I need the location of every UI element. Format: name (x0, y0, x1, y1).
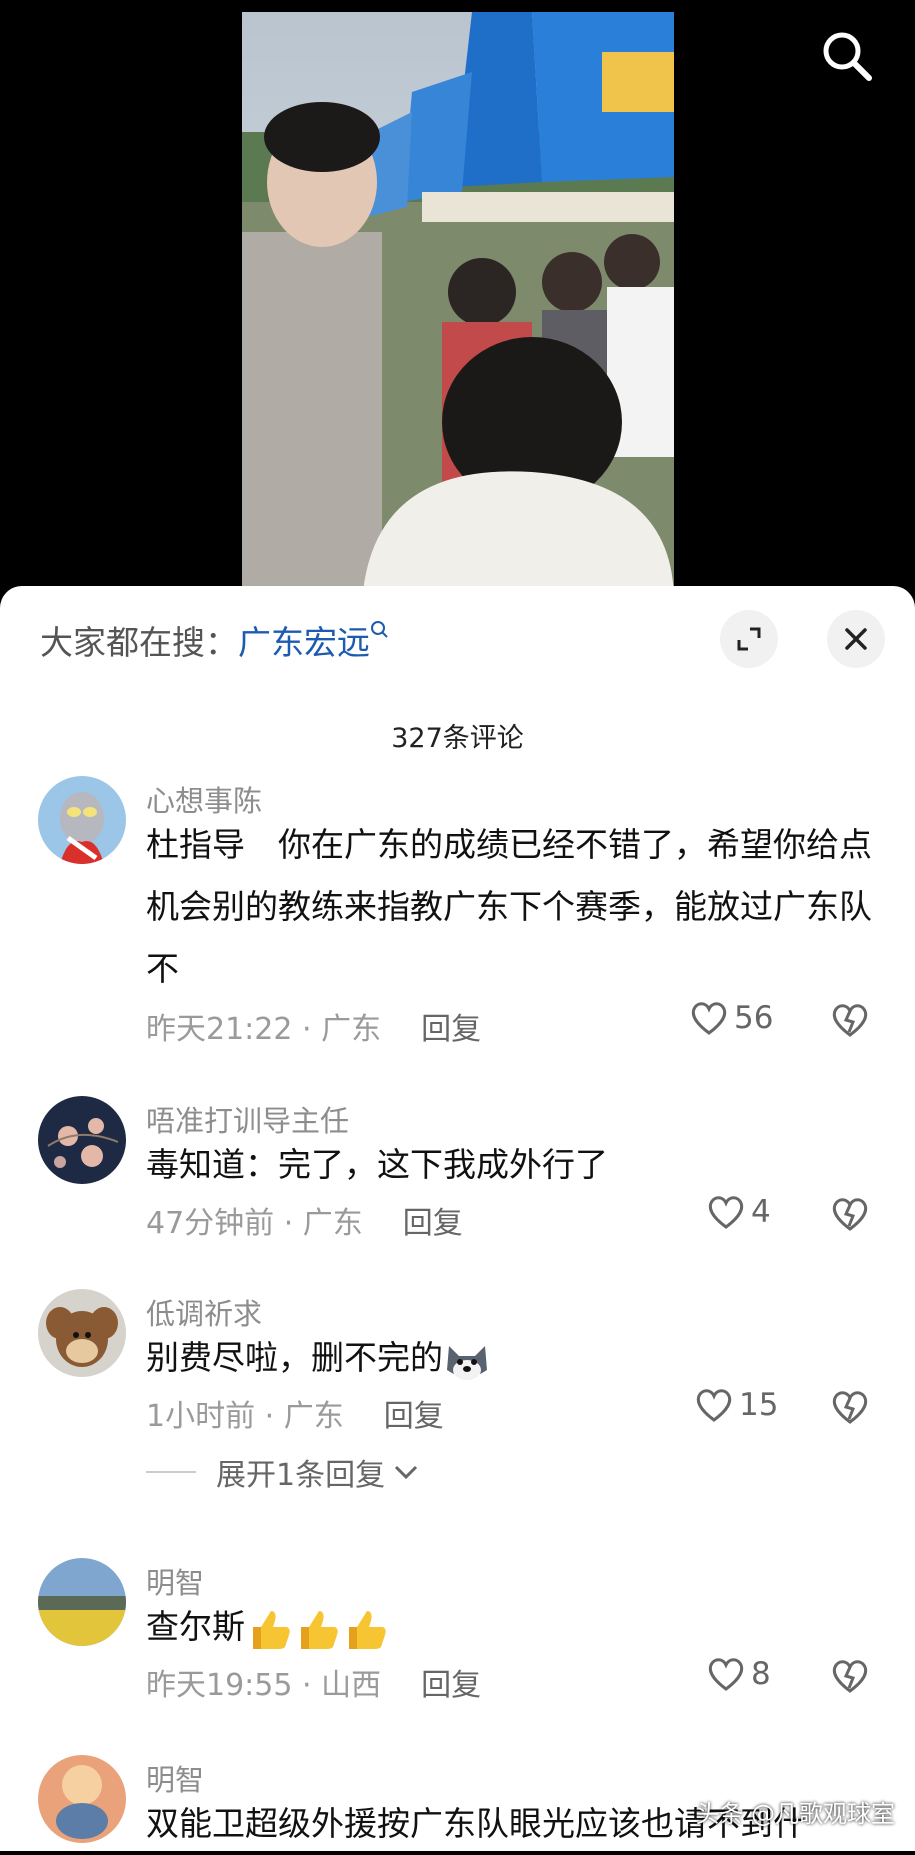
comment-meta: 昨天19:55 · 山西 回复 (146, 1660, 481, 1704)
dislike-button[interactable] (831, 1389, 869, 1429)
like-count: 15 (739, 1387, 779, 1423)
hot-search-prefix: 大家都在搜： (40, 623, 238, 662)
avatar[interactable] (38, 1755, 126, 1843)
dislike-button[interactable] (831, 1196, 869, 1236)
comment-location: 山西 (321, 1668, 382, 1703)
broken-heart-icon (832, 1391, 868, 1424)
chevron-down-icon (395, 1465, 418, 1480)
broken-heart-icon (832, 1004, 868, 1037)
avatar[interactable] (38, 1289, 126, 1377)
video-frame[interactable] (242, 12, 674, 602)
thumbs-up-emoji (349, 1610, 386, 1649)
search-button[interactable] (819, 28, 875, 84)
search-icon (823, 32, 872, 81)
comment-text-content: 别费尽啦，删不完的 (146, 1338, 443, 1377)
expand-button[interactable] (720, 610, 778, 668)
avatar[interactable] (38, 776, 126, 864)
comment-count: 327条评论 (391, 723, 524, 754)
meta-separator: · (255, 1399, 284, 1434)
like-count: 4 (751, 1194, 771, 1230)
like-button[interactable]: 4 (707, 1194, 771, 1230)
meta-separator: · (292, 1012, 322, 1047)
like-button[interactable]: 8 (707, 1656, 771, 1692)
comment-meta: 47分钟前 · 广东 回复 (146, 1198, 463, 1242)
broken-heart-icon (832, 1660, 868, 1693)
comment-location: 广东 (302, 1206, 363, 1241)
hot-search-keyword[interactable]: 广东宏远 (238, 623, 370, 662)
heart-icon (708, 1196, 744, 1229)
thumbs-up-emoji (301, 1610, 338, 1649)
comment-time: 昨天21:22 (146, 1012, 293, 1047)
comment-text: 别费尽啦，删不完的 (146, 1327, 881, 1389)
expand-replies-label: 展开1条回复 (216, 1458, 386, 1493)
comment-text: 查尔斯 (146, 1596, 881, 1658)
comment-location: 广东 (321, 1012, 382, 1047)
meta-separator: · (274, 1206, 303, 1241)
broken-heart-icon (832, 1198, 868, 1231)
comment-location: 广东 (283, 1399, 344, 1434)
dislike-button[interactable] (831, 1002, 869, 1042)
comment-meta: 昨天21:22 · 广东 回复 (146, 1004, 481, 1048)
comment-text: 毒知道：完了，这下我成外行了 (146, 1145, 608, 1184)
search-icon (371, 621, 388, 638)
reply-button[interactable]: 回复 (403, 1206, 463, 1241)
heart-icon (708, 1658, 744, 1691)
expand-replies-button[interactable]: 展开1条回复 (146, 1450, 419, 1494)
close-icon (845, 628, 867, 650)
avatar[interactable] (38, 1558, 126, 1646)
hot-search-bar[interactable]: 大家都在搜：广东宏远 (40, 616, 390, 664)
comment-text-content: 查尔斯 (146, 1607, 245, 1646)
reply-button[interactable]: 回复 (421, 1668, 481, 1703)
husky-emoji (447, 1345, 487, 1380)
like-count: 56 (734, 1000, 774, 1036)
dislike-button[interactable] (831, 1658, 869, 1698)
reply-button[interactable]: 回复 (384, 1399, 444, 1434)
comment-text: 杜指导 你在广东的成绩已经不错了，希望你给点机会别的教练来指教广东下个赛季，能放… (146, 825, 872, 988)
heart-icon (696, 1389, 732, 1422)
comment-meta: 1小时前 · 广东 回复 (146, 1391, 444, 1435)
like-button[interactable]: 56 (690, 1000, 773, 1036)
close-button[interactable] (827, 610, 885, 668)
like-count: 8 (751, 1656, 771, 1692)
heart-icon (691, 1002, 727, 1035)
meta-separator: · (292, 1668, 322, 1703)
divider-line (146, 1471, 196, 1473)
avatar[interactable] (38, 1096, 126, 1184)
comment-time: 昨天19:55 (146, 1668, 293, 1703)
video-player[interactable] (0, 0, 915, 602)
comment-time: 1小时前 (146, 1399, 256, 1434)
like-button[interactable]: 15 (695, 1387, 778, 1423)
watermark: 头条 @凡歌观球室 (695, 1800, 895, 1828)
thumbs-up-emoji (253, 1610, 290, 1649)
comment-sheet: 大家都在搜：广东宏远 327条评论 心想事陈 杜指导 你在广东的成绩已经不错了，… (0, 586, 915, 1851)
comment-time: 47分钟前 (146, 1206, 275, 1241)
reply-button[interactable]: 回复 (421, 1012, 481, 1047)
expand-icon (737, 627, 761, 651)
